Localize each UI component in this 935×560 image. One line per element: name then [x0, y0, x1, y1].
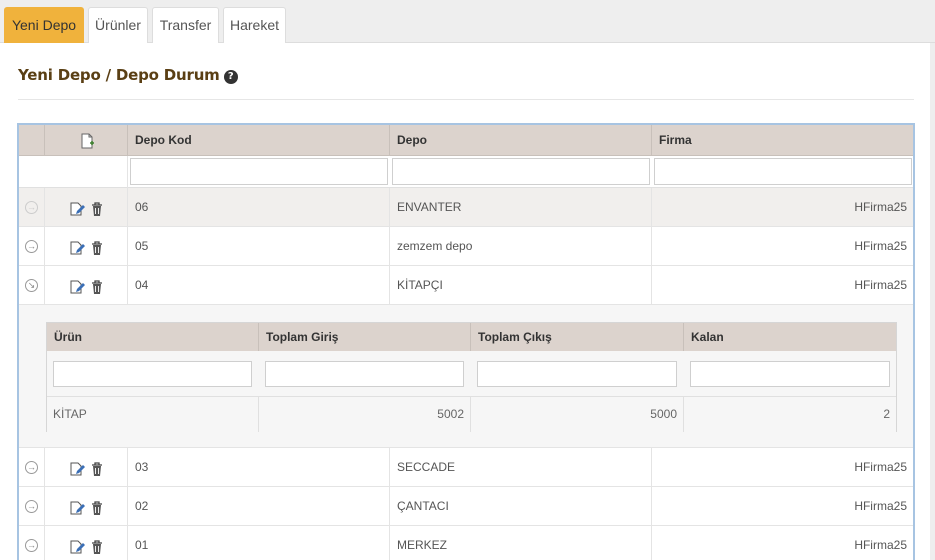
filter-depo-kod-input[interactable]	[130, 158, 388, 185]
title-divider	[18, 99, 914, 100]
table-row[interactable]: → 03 SECCADE HFirma25	[19, 448, 913, 487]
actions-cell	[45, 526, 128, 560]
filter-firma-input[interactable]	[654, 158, 912, 185]
expand-cell: →	[19, 448, 45, 487]
firma-cell: HFirma25	[854, 200, 907, 214]
kalan-cell: 2	[883, 407, 890, 421]
detail-filter-row	[47, 351, 896, 397]
expand-row-icon[interactable]: →	[25, 500, 38, 513]
question-circle-icon[interactable]: ?	[223, 70, 238, 84]
firma-cell: HFirma25	[854, 460, 907, 474]
depo-grid: Depo Kod Depo Firma → 06 ENVANTER HFirma…	[17, 123, 915, 560]
toplam-cikis-cell: 5000	[471, 397, 684, 432]
depo-kod-cell: 06	[128, 188, 390, 227]
table-row[interactable]: → 02 ÇANTACI HFirma25	[19, 487, 913, 526]
trash-icon[interactable]	[89, 461, 105, 477]
depo-cell: ENVANTER	[390, 188, 652, 227]
actions-cell	[45, 227, 128, 266]
table-row[interactable]: ↘ 04 KİTAPÇI HFirma25	[19, 266, 913, 305]
tab-yeni-depo[interactable]: Yeni Depo	[4, 7, 84, 43]
column-header-depo-kod[interactable]: Depo Kod	[128, 125, 390, 156]
depo-kod-cell: 03	[128, 448, 390, 487]
depo-kod-cell: 01	[128, 526, 390, 560]
edit-icon[interactable]	[69, 201, 85, 217]
filter-spacer	[19, 156, 128, 188]
trash-icon[interactable]	[89, 500, 105, 516]
collapse-row-icon[interactable]: ↘	[25, 279, 38, 292]
filter-toplam-giris-input[interactable]	[265, 361, 464, 387]
tab-hareket[interactable]: Hareket	[223, 7, 286, 43]
firma-cell: HFirma25	[854, 239, 907, 253]
expand-cell: →	[19, 526, 45, 560]
expand-cell: →	[19, 227, 45, 266]
column-header-kalan[interactable]: Kalan	[684, 323, 896, 351]
depo-cell: KİTAPÇI	[390, 266, 652, 305]
trash-icon[interactable]	[89, 201, 105, 217]
edit-icon[interactable]	[69, 500, 85, 516]
detail-row[interactable]: KİTAP 5002 5000 2	[47, 397, 896, 432]
urun-cell: KİTAP	[47, 397, 259, 432]
tab-urunler[interactable]: Ürünler	[88, 7, 148, 43]
trash-icon[interactable]	[89, 279, 105, 295]
depo-cell: ÇANTACI	[390, 487, 652, 526]
depo-cell: MERKEZ	[390, 526, 652, 560]
actions-cell	[45, 266, 128, 305]
edit-icon[interactable]	[69, 539, 85, 555]
expand-cell: →	[19, 487, 45, 526]
tab-bar: Yeni Depo Ürünler Transfer Hareket	[0, 0, 935, 43]
expand-column-header	[19, 125, 45, 156]
filter-toplam-cikis-input[interactable]	[477, 361, 677, 387]
table-row[interactable]: → 01 MERKEZ HFirma25	[19, 526, 913, 560]
actions-cell	[45, 448, 128, 487]
depo-kod-cell: 02	[128, 487, 390, 526]
filter-depo-input[interactable]	[392, 158, 650, 185]
expand-cell: ↘	[19, 266, 45, 305]
page-title: Yeni Depo / Depo Durum?	[18, 66, 238, 84]
toplam-giris-cell: 5002	[259, 397, 471, 432]
actions-cell	[45, 487, 128, 526]
column-header-toplam-cikis[interactable]: Toplam Çıkış	[471, 323, 684, 351]
depo-kod-cell: 04	[128, 266, 390, 305]
expand-row-icon[interactable]: →	[25, 240, 38, 253]
depo-kod-cell: 05	[128, 227, 390, 266]
table-row[interactable]: → 05 zemzem depo HFirma25	[19, 227, 913, 266]
page-title-text: Yeni Depo / Depo Durum	[18, 66, 220, 84]
depo-cell: SECCADE	[390, 448, 652, 487]
firma-cell: HFirma25	[854, 278, 907, 292]
column-header-toplam-giris[interactable]: Toplam Giriş	[259, 323, 471, 351]
column-header-depo[interactable]: Depo	[390, 125, 652, 156]
column-header-firma[interactable]: Firma	[652, 125, 913, 156]
filter-kalan-input[interactable]	[690, 361, 890, 387]
actions-cell	[45, 188, 128, 227]
firma-cell: HFirma25	[854, 499, 907, 513]
edit-icon[interactable]	[69, 279, 85, 295]
filter-row	[19, 156, 913, 188]
edit-icon[interactable]	[69, 240, 85, 256]
trash-icon[interactable]	[89, 240, 105, 256]
new-document-icon[interactable]	[79, 133, 95, 149]
content-panel: Yeni Depo / Depo Durum? Depo Kod Depo Fi…	[0, 43, 930, 560]
expand-row-icon[interactable]: →	[25, 201, 38, 214]
firma-cell: HFirma25	[854, 538, 907, 552]
column-header-urun[interactable]: Ürün	[47, 323, 259, 351]
row-detail-panel: Ürün Toplam Giriş Toplam Çıkış Kalan KİT…	[19, 305, 913, 448]
actions-column-header	[45, 125, 128, 156]
tab-transfer[interactable]: Transfer	[152, 7, 219, 43]
expand-row-icon[interactable]: →	[25, 461, 38, 474]
depo-cell: zemzem depo	[390, 227, 652, 266]
table-row[interactable]: → 06 ENVANTER HFirma25	[19, 188, 913, 227]
expand-cell: →	[19, 188, 45, 227]
stock-detail-grid: Ürün Toplam Giriş Toplam Çıkış Kalan KİT…	[46, 322, 897, 432]
trash-icon[interactable]	[89, 539, 105, 555]
edit-icon[interactable]	[69, 461, 85, 477]
filter-urun-input[interactable]	[53, 361, 252, 387]
expand-row-icon[interactable]: →	[25, 539, 38, 552]
